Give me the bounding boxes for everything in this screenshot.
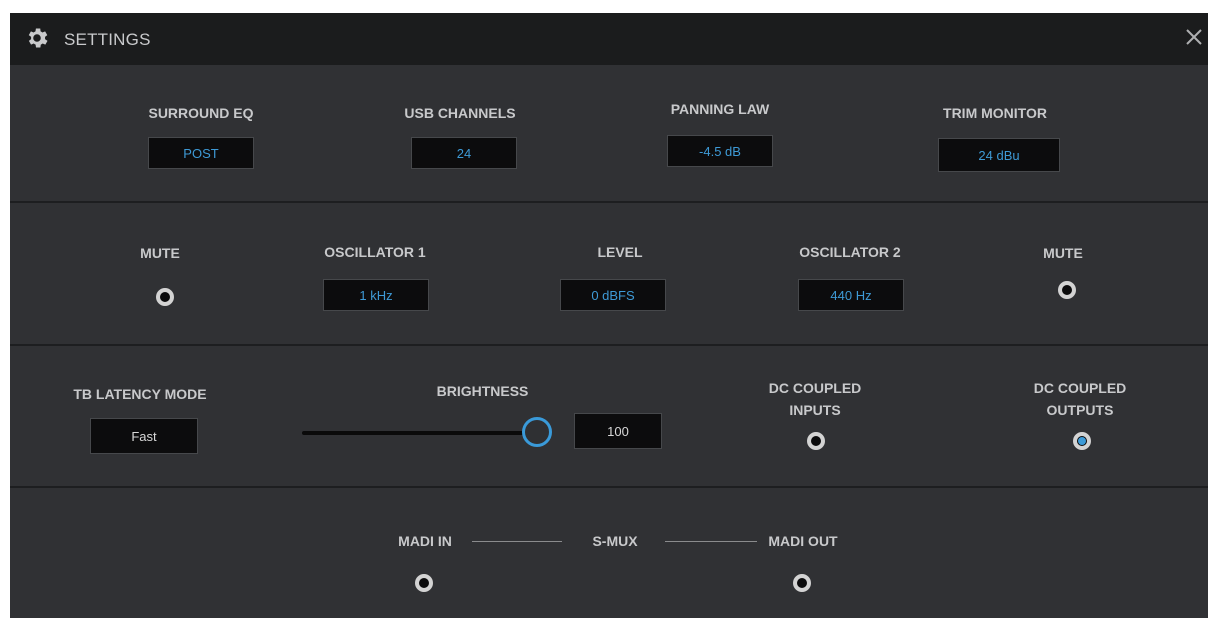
section-divider bbox=[10, 344, 1208, 346]
oscillator1-label: OSCILLATOR 1 bbox=[324, 244, 426, 260]
oscillator1-field[interactable]: 1 kHz bbox=[323, 279, 429, 311]
dc-coupled-inputs-label-line1: DC COUPLED bbox=[768, 380, 862, 396]
trim-monitor-label: TRIM MONITOR bbox=[943, 105, 1047, 121]
tb-latency-mode-field[interactable]: Fast bbox=[90, 418, 198, 454]
dc-coupled-outputs-label-line1: DC COUPLED bbox=[1033, 380, 1127, 396]
level-label: LEVEL bbox=[597, 244, 643, 260]
title-bar: SETTINGS bbox=[10, 13, 1208, 65]
window-title: SETTINGS bbox=[64, 30, 151, 49]
surround-eq-label: SURROUND EQ bbox=[148, 105, 254, 121]
dc-coupled-inputs-label-line2: INPUTS bbox=[789, 402, 841, 418]
mute-left-label: MUTE bbox=[140, 245, 180, 261]
mute-right-toggle[interactable] bbox=[1058, 281, 1076, 299]
oscillator2-field[interactable]: 440 Hz bbox=[798, 279, 904, 311]
routing-line bbox=[472, 541, 562, 542]
brightness-slider-thumb[interactable] bbox=[522, 417, 552, 447]
madi-in-toggle[interactable] bbox=[415, 574, 433, 592]
section-divider bbox=[10, 486, 1208, 488]
dc-coupled-outputs-label-line2: OUTPUTS bbox=[1046, 402, 1114, 418]
madi-in-label: MADI IN bbox=[398, 533, 452, 549]
brightness-slider-track[interactable] bbox=[302, 431, 534, 435]
gear-icon bbox=[28, 28, 48, 48]
trim-monitor-field[interactable]: 24 dBu bbox=[938, 138, 1060, 172]
dc-coupled-outputs-toggle[interactable] bbox=[1073, 432, 1091, 450]
panning-law-field[interactable]: -4.5 dB bbox=[667, 135, 773, 167]
brightness-label: BRIGHTNESS bbox=[436, 383, 529, 399]
brightness-value-field[interactable]: 100 bbox=[574, 413, 662, 449]
oscillator2-label: OSCILLATOR 2 bbox=[799, 244, 901, 260]
close-icon[interactable] bbox=[1180, 23, 1208, 51]
dc-coupled-inputs-toggle[interactable] bbox=[807, 432, 825, 450]
section-divider bbox=[10, 201, 1208, 203]
mute-right-label: MUTE bbox=[1043, 245, 1083, 261]
routing-line bbox=[665, 541, 757, 542]
usb-channels-field[interactable]: 24 bbox=[411, 137, 517, 169]
madi-out-label: MADI OUT bbox=[768, 533, 838, 549]
panning-law-label: PANNING LAW bbox=[670, 101, 770, 117]
mute-left-toggle[interactable] bbox=[156, 288, 174, 306]
usb-channels-label: USB CHANNELS bbox=[404, 105, 516, 121]
tb-latency-mode-label: TB LATENCY MODE bbox=[73, 386, 207, 402]
settings-window: SETTINGS SURROUND EQ POST USB CHANNELS 2… bbox=[10, 13, 1208, 618]
madi-out-toggle[interactable] bbox=[793, 574, 811, 592]
level-field[interactable]: 0 dBFS bbox=[560, 279, 666, 311]
surround-eq-field[interactable]: POST bbox=[148, 137, 254, 169]
s-mux-label: S-MUX bbox=[592, 533, 638, 549]
